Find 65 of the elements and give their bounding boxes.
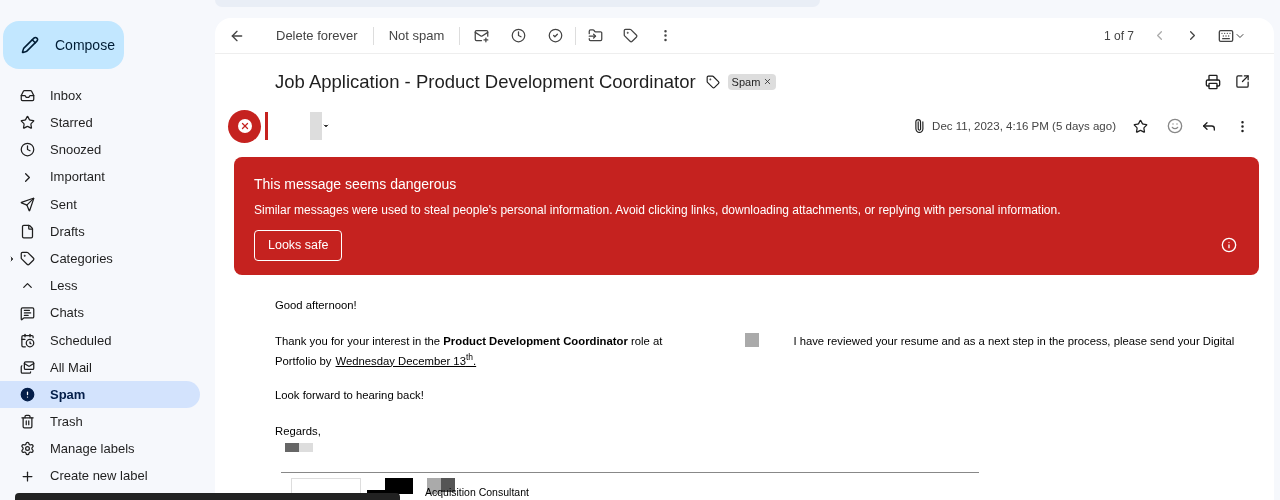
sidebar-item[interactable]: Create new label <box>0 462 200 490</box>
sidebar-item[interactable]: Categories <box>0 245 200 273</box>
redaction-mark <box>299 443 313 453</box>
star-icon <box>20 115 35 131</box>
star-icon[interactable] <box>1133 118 1148 134</box>
message-date: Dec 11, 2023, 4:16 PM (5 days ago) <box>932 118 1116 134</box>
toolbar-button[interactable]: Not spam <box>387 25 446 46</box>
sidebar-item[interactable]: Manage labels <box>0 435 200 463</box>
closing-text: Look forward to hearing back! <box>275 387 425 403</box>
sidebar-item[interactable]: Drafts <box>0 217 200 246</box>
toolbar-button[interactable]: Delete forever <box>275 25 359 46</box>
sidebar-item[interactable]: Starred <box>0 109 200 137</box>
mail-stack-icon <box>20 359 35 375</box>
keyboard-icon[interactable] <box>1218 27 1246 44</box>
alert-icon <box>20 387 35 403</box>
sidebar-item[interactable]: Less <box>0 272 200 300</box>
body-text: Portfolio by <box>275 353 332 369</box>
info-icon[interactable] <box>1221 237 1237 254</box>
open-window-icon[interactable] <box>1235 74 1250 90</box>
caret-icon <box>8 255 16 264</box>
redaction-mark <box>745 332 760 347</box>
body-text: Thank you for your interest in the Product Development Coordinator role at <box>275 333 663 349</box>
redaction-mark <box>285 443 299 453</box>
redaction-mark <box>265 112 268 141</box>
folder-icon[interactable] <box>588 28 604 43</box>
sidebar-item[interactable]: All Mail <box>0 353 200 382</box>
mark-unread-icon[interactable] <box>474 28 490 43</box>
body-text: I have reviewed your resume and as a next step in the process, please send your Digital <box>793 333 1235 349</box>
chat-icon <box>20 305 35 321</box>
clock-icon <box>20 142 35 158</box>
close-icon[interactable] <box>763 77 773 87</box>
warning-avatar-icon <box>228 109 261 143</box>
add-task-icon[interactable] <box>548 28 564 43</box>
sidebar-item[interactable]: Scheduled <box>0 326 200 354</box>
compose-button[interactable]: Compose <box>3 21 124 69</box>
sidebar-item[interactable]: Chats <box>0 299 200 327</box>
sidebar-item[interactable]: Important <box>0 163 200 191</box>
sidebar-item[interactable]: Trash <box>0 408 200 436</box>
pager-text: 1 of 7 <box>1103 27 1134 45</box>
looks-safe-button[interactable]: Looks safe <box>254 229 343 261</box>
sidebar-item[interactable]: Snoozed <box>0 136 200 164</box>
spam-label: Spam <box>727 73 777 91</box>
subject-title: Job Application - Product Development Coordinator <box>275 70 696 94</box>
signoff-text: Regards, <box>275 423 322 439</box>
warning-text: Similar messages were used to steal people's personal information. Avoid clicking links, downloading attachments, or replying with personal information. <box>254 201 1062 219</box>
redaction-mark <box>310 112 322 141</box>
emoji-icon[interactable] <box>1167 118 1183 135</box>
deadline-text: Wednesday December 13$^{th}$. <box>335 352 477 369</box>
pencil-icon <box>21 36 39 54</box>
tag-icon[interactable] <box>623 28 639 43</box>
sidebar-item[interactable]: Spam <box>0 381 200 409</box>
scheduled-icon <box>20 332 35 348</box>
file-icon <box>20 223 35 239</box>
greeting-text: Good afternoon! <box>275 297 358 313</box>
sidebar-item[interactable]: Sent <box>0 190 200 218</box>
sidebar-item[interactable]: Inbox <box>0 82 200 110</box>
plus-icon <box>20 468 35 484</box>
print-icon[interactable] <box>1205 73 1221 90</box>
warning-title: This message seems dangerous <box>254 174 458 194</box>
tag-icon <box>20 251 35 267</box>
settings-icon <box>20 441 35 457</box>
trash-icon <box>20 414 35 430</box>
inbox-icon <box>20 88 35 103</box>
clock-icon[interactable] <box>511 28 527 43</box>
send-icon <box>20 196 35 212</box>
